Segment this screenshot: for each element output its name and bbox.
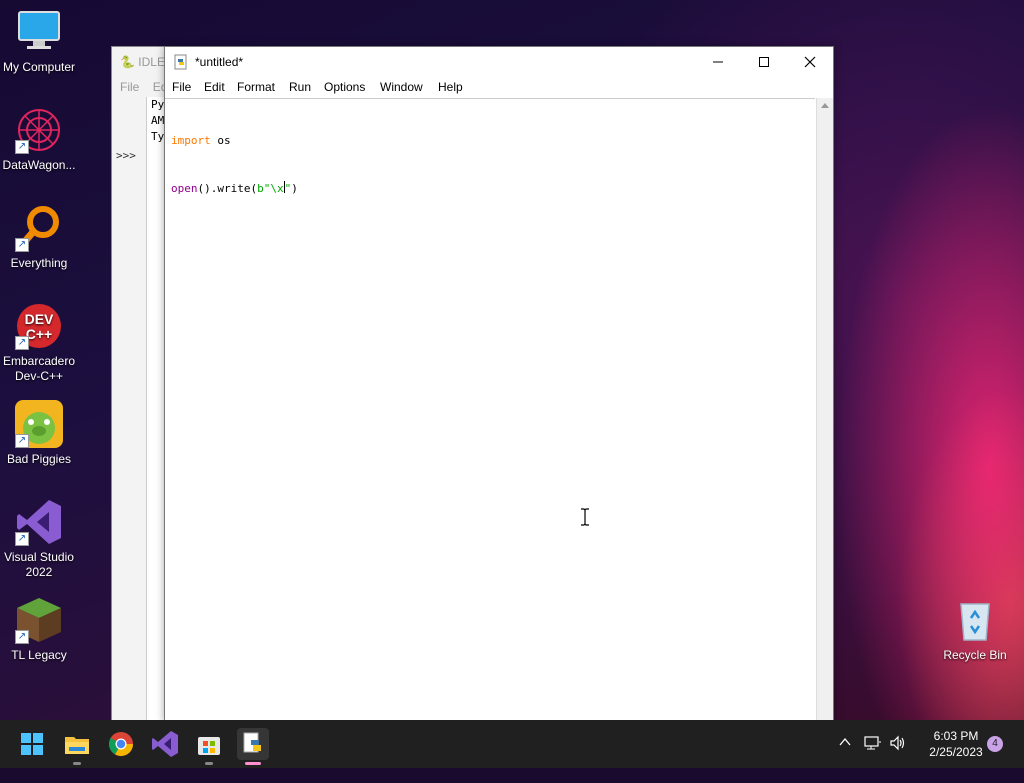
active-indicator xyxy=(245,762,261,765)
close-button[interactable] xyxy=(787,47,833,77)
visual-studio-icon: ↗ xyxy=(15,498,63,546)
python-idle-icon xyxy=(243,732,261,753)
volume-icon xyxy=(890,735,905,751)
taskbar-chrome[interactable] xyxy=(105,728,137,760)
chrome-icon xyxy=(108,732,133,757)
taskbar-python-idle[interactable] xyxy=(237,728,269,765)
python-file-icon: 🐍 xyxy=(120,55,135,69)
desktop-icon-tl-legacy[interactable]: ↗ TL Legacy xyxy=(0,596,78,663)
maximize-icon xyxy=(759,57,769,67)
shortcut-arrow-icon: ↗ xyxy=(15,434,29,448)
desktop-icon-label: DataWagon... xyxy=(2,158,76,172)
chevron-up-icon xyxy=(839,737,851,746)
clock[interactable]: 6:03 PM 2/25/2023 xyxy=(916,728,996,760)
code-token: ().write( xyxy=(197,182,258,195)
shortcut-arrow-icon: ↗ xyxy=(15,532,29,546)
code-token: ) xyxy=(291,182,298,195)
menu-format[interactable]: Format xyxy=(237,80,275,94)
file-explorer-icon xyxy=(65,737,89,754)
desktop-icon-everything[interactable]: ↗ Everything xyxy=(0,204,78,271)
minimize-button[interactable] xyxy=(695,47,741,77)
network-button[interactable] xyxy=(864,735,882,783)
recycle-bin-icon xyxy=(951,596,999,644)
shell-menu-file[interactable]: File xyxy=(120,80,139,94)
running-indicator xyxy=(73,762,81,765)
vertical-scrollbar[interactable] xyxy=(816,98,833,721)
desktop-icon-label: TL Legacy xyxy=(11,648,67,662)
taskbar-visual-studio[interactable] xyxy=(149,728,181,760)
taskbar: 6:03 PM 2/25/2023 xyxy=(0,720,1024,768)
network-icon xyxy=(864,736,881,750)
idle-editor-window[interactable]: *untitled* File Edit Format Run Options … xyxy=(164,46,834,722)
menu-options[interactable]: Options xyxy=(324,80,365,94)
running-indicator xyxy=(205,762,213,765)
svg-text:DEV: DEV xyxy=(25,311,54,327)
devcpp-icon: DEV C++ ↗ xyxy=(15,302,63,350)
shortcut-arrow-icon: ↗ xyxy=(15,336,29,350)
code-text: import os open().write(b"\x") xyxy=(171,101,298,229)
code-editor[interactable]: import os open().write(b"\x") xyxy=(165,98,815,722)
everything-search-icon: ↗ xyxy=(15,204,63,252)
string-token: b"\x xyxy=(257,182,284,195)
taskbar-microsoft-store[interactable] xyxy=(193,728,225,765)
menu-bar: File Edit Format Run Options Window Help xyxy=(165,77,833,97)
shell-menubar: File Ed xyxy=(120,80,167,94)
desktop-icon-visual-studio[interactable]: ↗ Visual Studio 2022 xyxy=(0,498,78,580)
scroll-up-arrow-icon[interactable] xyxy=(821,103,829,108)
title-bar[interactable]: *untitled* xyxy=(165,47,833,77)
datawagon-icon: ↗ xyxy=(15,106,63,154)
volume-button[interactable] xyxy=(889,735,907,783)
start-icon xyxy=(21,733,43,755)
minimize-icon xyxy=(713,61,723,63)
python-file-icon xyxy=(173,54,189,70)
desktop-icon-recycle-bin[interactable]: Recycle Bin xyxy=(936,596,1014,663)
desktop-icon-label: Visual Studio 2022 xyxy=(4,550,74,579)
microsoft-store-icon xyxy=(198,737,220,755)
menu-help[interactable]: Help xyxy=(438,80,463,94)
desktop-icon-label: Embarcadero Dev-C++ xyxy=(2,354,76,383)
clock-date: 2/25/2023 xyxy=(929,745,983,759)
close-icon xyxy=(804,56,816,68)
menu-run[interactable]: Run xyxy=(289,80,311,94)
window-title: *untitled* xyxy=(195,55,244,69)
shortcut-arrow-icon: ↗ xyxy=(15,140,29,154)
desktop-icon-bad-piggies[interactable]: ↗ Bad Piggies xyxy=(0,400,78,467)
desktop-icon-devcpp[interactable]: DEV C++ ↗ Embarcadero Dev-C++ xyxy=(0,302,78,384)
monitor-icon xyxy=(15,8,63,56)
shell-title: 🐍 IDLE xyxy=(120,55,165,69)
desktop-icon-label: Everything xyxy=(10,256,68,270)
keyword-token: import xyxy=(171,134,211,147)
desktop-icon-label: Bad Piggies xyxy=(6,452,72,466)
visual-studio-icon xyxy=(152,731,178,757)
taskbar-file-explorer[interactable] xyxy=(61,728,93,765)
desktop-icon-label: My Computer xyxy=(2,60,76,74)
notification-badge[interactable]: 4 xyxy=(987,736,1003,752)
shortcut-arrow-icon: ↗ xyxy=(15,238,29,252)
desktop-icon-my-computer[interactable]: My Computer xyxy=(0,8,78,75)
code-line-1: import os xyxy=(171,133,298,149)
menu-file[interactable]: File xyxy=(172,80,191,94)
clock-time: 6:03 PM xyxy=(933,729,979,743)
desktop-icon-datawagon[interactable]: ↗ DataWagon... xyxy=(0,106,78,173)
bad-piggies-icon: ↗ xyxy=(15,400,63,448)
menu-edit[interactable]: Edit xyxy=(204,80,225,94)
shortcut-arrow-icon: ↗ xyxy=(15,630,29,644)
ibeam-cursor-icon xyxy=(579,508,591,526)
maximize-button[interactable] xyxy=(741,47,787,77)
show-hidden-icons-button[interactable] xyxy=(838,735,852,783)
minecraft-block-icon: ↗ xyxy=(15,596,63,644)
code-token: os xyxy=(210,134,231,147)
menu-window[interactable]: Window xyxy=(380,80,423,94)
start-button[interactable] xyxy=(16,728,48,760)
code-line-2: open().write(b"\x") xyxy=(171,181,298,197)
svg-text:C++: C++ xyxy=(26,326,52,342)
shell-prompt: >>> xyxy=(116,149,136,162)
builtin-token: open xyxy=(171,182,198,195)
desktop-icon-label: Recycle Bin xyxy=(943,648,1007,662)
